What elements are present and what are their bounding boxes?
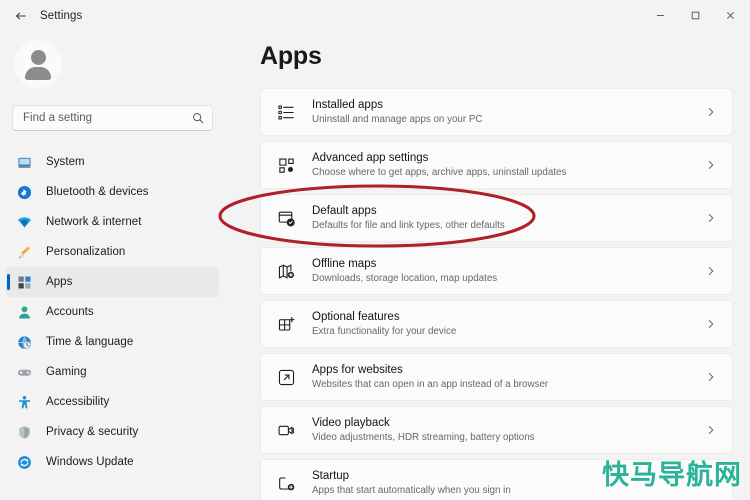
chevron-right-icon[interactable] [702, 213, 720, 223]
advanced-app-settings-icon [276, 155, 296, 175]
sidebar-item-label: Gaming [46, 366, 87, 378]
title-bar: Settings [0, 0, 750, 31]
settings-window: Settings Find a setting System Bluetooth… [0, 0, 750, 500]
settings-row-video-playback[interactable]: Video playback Video adjustments, HDR st… [260, 406, 733, 454]
settings-row-title: Default apps [312, 205, 377, 217]
settings-row-installed-apps[interactable]: Installed apps Uninstall and manage apps… [260, 88, 733, 136]
maximize-button[interactable] [678, 0, 713, 31]
settings-row-apps-for-websites[interactable]: Apps for websites Websites that can open… [260, 353, 733, 401]
window-title: Settings [40, 9, 83, 22]
settings-row-title: Installed apps [312, 99, 383, 111]
settings-row-offline-maps[interactable]: Offline maps Downloads, storage location… [260, 247, 733, 295]
settings-row-text: Video playback Video adjustments, HDR st… [312, 416, 702, 444]
sidebar-item-label: System [46, 156, 85, 168]
sidebar-item-label: Accessibility [46, 396, 110, 408]
update-icon [16, 454, 33, 471]
minimize-button[interactable] [643, 0, 678, 31]
accessibility-icon [16, 394, 33, 411]
sidebar-item-accessibility[interactable]: Accessibility [6, 387, 219, 417]
settings-row-optional-features[interactable]: Optional features Extra functionality fo… [260, 300, 733, 348]
offline-maps-icon [276, 261, 296, 281]
sidebar-item-gaming[interactable]: Gaming [6, 357, 219, 387]
startup-icon [276, 473, 296, 493]
settings-row-subtitle: Extra functionality for your device [312, 326, 457, 337]
window-body: System Bluetooth & devices [0, 31, 750, 500]
search-input-wrapper[interactable] [12, 105, 213, 131]
sidebar-item-label: Windows Update [46, 456, 134, 468]
settings-row-subtitle: Websites that can open in an app instead… [312, 379, 549, 390]
list-apps-icon [276, 102, 296, 122]
settings-row-text: Installed apps Uninstall and manage apps… [312, 98, 702, 126]
sidebar-item-time-language[interactable]: Time & language [6, 327, 219, 357]
page-title: Apps [260, 42, 322, 70]
settings-row-subtitle: Uninstall and manage apps on your PC [312, 114, 483, 125]
apps-for-websites-icon [276, 367, 296, 387]
sidebar-item-personalization[interactable]: Personalization [6, 237, 219, 267]
person-icon [16, 304, 33, 321]
settings-row-text: Default apps Defaults for file and link … [312, 204, 702, 232]
sidebar-item-network-internet[interactable]: Network & internet [6, 207, 219, 237]
shield-icon [16, 424, 33, 441]
back-arrow-icon[interactable] [6, 4, 36, 28]
chevron-right-icon[interactable] [702, 107, 720, 117]
sidebar-nav: System Bluetooth & devices Network & int… [0, 147, 225, 477]
sidebar-item-apps[interactable]: Apps [6, 267, 219, 297]
chevron-right-icon[interactable] [702, 425, 720, 435]
video-playback-icon [276, 420, 296, 440]
settings-row-subtitle: Defaults for file and link types, other … [312, 220, 505, 231]
default-apps-icon [276, 208, 296, 228]
sidebar-item-label: Apps [46, 276, 73, 288]
avatar[interactable] [14, 40, 62, 88]
window-controls [643, 0, 750, 31]
chevron-right-icon[interactable] [702, 160, 720, 170]
settings-row-advanced-app-settings[interactable]: Advanced app settings Choose where to ge… [260, 141, 733, 189]
settings-row-title: Apps for websites [312, 364, 403, 376]
sidebar-item-label: Time & language [46, 336, 134, 348]
settings-row-text: Optional features Extra functionality fo… [312, 310, 702, 338]
paintbrush-icon [16, 244, 33, 261]
sidebar-item-privacy-security[interactable]: Privacy & security [6, 417, 219, 447]
gamepad-icon [16, 364, 33, 381]
apps-icon [16, 274, 33, 291]
settings-row-title: Optional features [312, 311, 400, 323]
settings-row-title: Offline maps [312, 258, 377, 270]
settings-list: Installed apps Uninstall and manage apps… [260, 88, 733, 500]
sidebar-item-label: Bluetooth & devices [46, 186, 149, 198]
settings-row-text: Advanced app settings Choose where to ge… [312, 151, 702, 179]
sidebar-item-label: Personalization [46, 246, 126, 258]
monitor-icon [16, 154, 33, 171]
wifi-icon [16, 214, 33, 231]
sidebar-item-label: Accounts [46, 306, 94, 318]
main-content: Apps Installed apps Uninstall and manage… [225, 31, 750, 500]
chevron-right-icon[interactable] [702, 266, 720, 276]
settings-row-title: Advanced app settings [312, 152, 429, 164]
close-button[interactable] [713, 0, 748, 31]
sidebar-item-accounts[interactable]: Accounts [6, 297, 219, 327]
person-avatar-icon [21, 47, 55, 81]
settings-row-subtitle: Choose where to get apps, archive apps, … [312, 167, 567, 178]
search-input[interactable] [23, 112, 192, 124]
settings-row-subtitle: Video adjustments, HDR streaming, batter… [312, 432, 535, 443]
optional-features-icon [276, 314, 296, 334]
globe-clock-icon [16, 334, 33, 351]
sidebar-item-label: Network & internet [46, 216, 142, 228]
sidebar: System Bluetooth & devices [0, 31, 225, 500]
watermark: 快马导航网 [602, 460, 742, 491]
settings-row-title: Video playback [312, 417, 390, 429]
sidebar-item-windows-update[interactable]: Windows Update [6, 447, 219, 477]
sidebar-item-bluetooth-devices[interactable]: Bluetooth & devices [6, 177, 219, 207]
settings-row-default-apps[interactable]: Default apps Defaults for file and link … [260, 194, 733, 242]
bluetooth-icon [16, 184, 33, 201]
settings-row-text: Apps for websites Websites that can open… [312, 363, 702, 391]
sidebar-item-label: Privacy & security [46, 426, 139, 438]
search-icon [192, 112, 204, 124]
settings-row-text: Offline maps Downloads, storage location… [312, 257, 702, 285]
chevron-right-icon[interactable] [702, 319, 720, 329]
chevron-right-icon[interactable] [702, 372, 720, 382]
settings-row-subtitle: Downloads, storage location, map updates [312, 273, 498, 284]
sidebar-item-system[interactable]: System [6, 147, 219, 177]
